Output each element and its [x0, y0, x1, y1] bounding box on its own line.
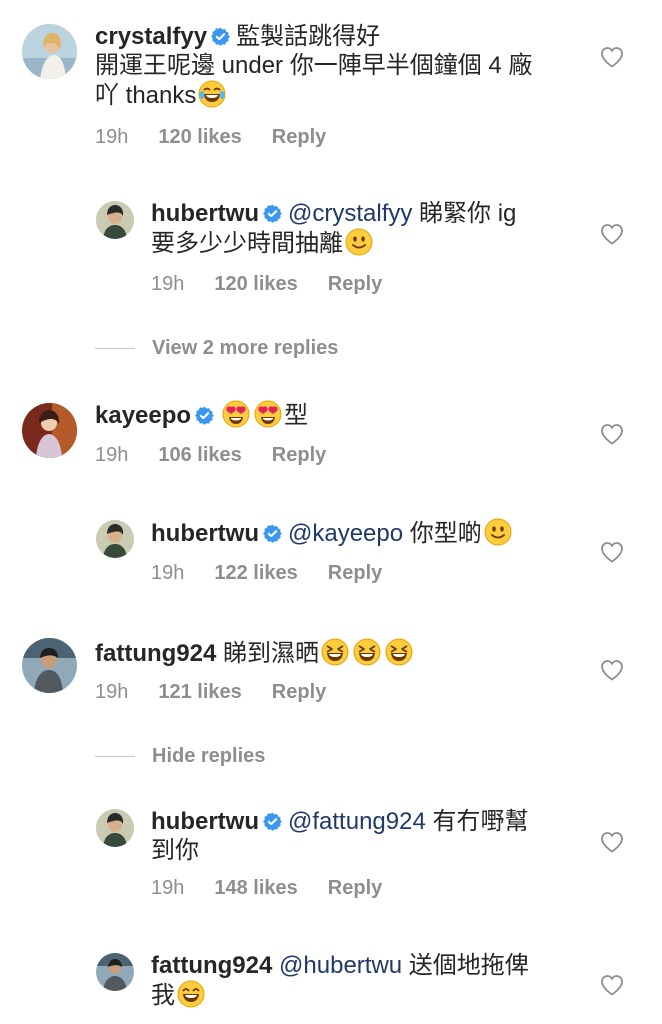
comment-text: 開運王呢邊 under 你一陣早半個鐘個 4 廠: [95, 52, 533, 79]
timestamp: 19h: [151, 273, 185, 295]
comment-text: 吖 thanks: [95, 82, 197, 109]
divider-line: [95, 756, 135, 758]
reply-button[interactable]: Reply: [272, 681, 326, 704]
avatar[interactable]: [22, 638, 77, 693]
hide-replies-label: Hide replies: [152, 745, 266, 767]
comment-text: 有冇嘢幫: [432, 808, 529, 835]
mention-link[interactable]: @kayeepo: [288, 520, 403, 547]
slight-smile-emoji: [345, 228, 373, 256]
avatar[interactable]: [96, 953, 134, 991]
slight-smile-emoji: [484, 518, 512, 546]
reply-button[interactable]: Reply: [328, 877, 382, 900]
divider-line: [95, 348, 135, 350]
heart-icon[interactable]: [600, 831, 624, 853]
mention-link[interactable]: @fattung924: [288, 808, 426, 835]
avatar[interactable]: [22, 24, 77, 79]
beaming-emoji: [177, 980, 205, 1008]
heart-icon[interactable]: [600, 659, 624, 681]
mention-link[interactable]: @crystalfyy: [288, 200, 412, 227]
comment-text: 我: [151, 982, 175, 1009]
username[interactable]: crystalfyy: [95, 23, 207, 50]
comment-text: 型: [284, 402, 309, 429]
comment-text: 監製話跳得好: [236, 23, 381, 50]
comment-text: 到你: [151, 837, 199, 864]
avatar[interactable]: [96, 520, 134, 558]
reply-button[interactable]: Reply: [328, 562, 382, 585]
username[interactable]: kayeepo: [95, 402, 191, 429]
username[interactable]: fattung924: [95, 640, 216, 667]
verified-badge-icon: [195, 406, 214, 425]
username[interactable]: hubertwu: [151, 200, 259, 227]
likes-count[interactable]: 121 likes: [158, 681, 241, 704]
heart-eyes-emoji: [222, 400, 250, 428]
grinning-squint-emoji: [321, 638, 349, 666]
verified-badge-icon: [211, 27, 230, 46]
comment-text: 睇緊你 ig: [419, 200, 517, 227]
view-more-label: View 2 more replies: [152, 337, 339, 359]
timestamp: 19h: [151, 562, 185, 584]
reply-button[interactable]: Reply: [272, 444, 326, 467]
view-more-replies-button[interactable]: View 2 more replies: [95, 337, 338, 360]
comment-text: 睇到濕晒: [223, 640, 320, 667]
likes-count[interactable]: 148 likes: [214, 877, 297, 900]
grinning-squint-emoji: [385, 638, 413, 666]
likes-count[interactable]: 122 likes: [214, 562, 297, 585]
comment-text: 送個地拖俾: [408, 952, 529, 979]
avatar[interactable]: [22, 403, 77, 458]
heart-icon[interactable]: [600, 46, 624, 68]
reply-button[interactable]: Reply: [328, 273, 382, 296]
verified-badge-icon: [263, 524, 282, 543]
comment-text: 你型啲: [409, 520, 482, 547]
tears-of-joy-emoji: [198, 80, 226, 108]
comment-text: 要多少少時間抽離: [151, 230, 343, 257]
likes-count[interactable]: 120 likes: [214, 273, 297, 296]
avatar[interactable]: [96, 201, 134, 239]
likes-count[interactable]: 120 likes: [158, 126, 241, 149]
heart-icon[interactable]: [600, 974, 624, 996]
likes-count[interactable]: 106 likes: [158, 444, 241, 467]
timestamp: 19h: [95, 126, 129, 148]
hide-replies-button[interactable]: Hide replies: [95, 745, 265, 768]
avatar[interactable]: [96, 809, 134, 847]
username[interactable]: hubertwu: [151, 520, 259, 547]
mention-link[interactable]: @hubertwu: [279, 952, 402, 979]
timestamp: 19h: [95, 444, 129, 466]
username[interactable]: hubertwu: [151, 808, 259, 835]
heart-icon[interactable]: [600, 423, 624, 445]
heart-eyes-emoji: [254, 400, 282, 428]
timestamp: 19h: [151, 877, 185, 899]
heart-icon[interactable]: [600, 223, 624, 245]
grinning-squint-emoji: [353, 638, 381, 666]
reply-button[interactable]: Reply: [272, 126, 326, 149]
heart-icon[interactable]: [600, 541, 624, 563]
timestamp: 19h: [95, 681, 129, 703]
verified-badge-icon: [263, 204, 282, 223]
username[interactable]: fattung924: [151, 952, 272, 979]
verified-badge-icon: [263, 812, 282, 831]
